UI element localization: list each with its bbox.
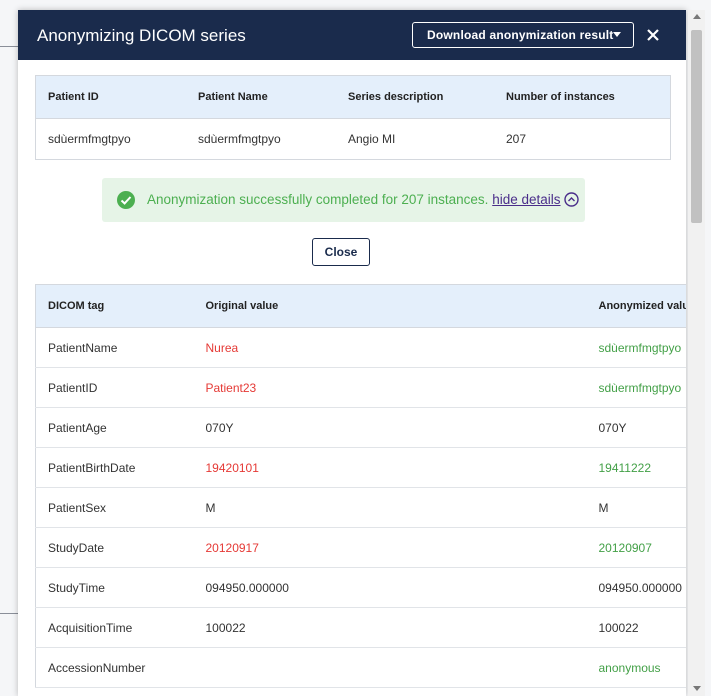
download-result-label: Download anonymization result (427, 28, 614, 42)
tag-cell-anonymized: 20120907 (586, 527, 686, 568)
series-summary-table: Patient ID Patient Name Series descripti… (35, 75, 671, 160)
close-button[interactable]: Close (312, 238, 370, 266)
tag-cell-original: M (193, 487, 587, 528)
tag-cell-original: 094950.000000 (193, 567, 587, 608)
tag-cell-tag: StudyDate (35, 527, 194, 568)
chevron-down-icon (613, 32, 621, 37)
hide-details-label: hide details (492, 192, 561, 207)
summary-header-cell: Patient Name (186, 75, 336, 119)
tag-cell-anonymized: 100022 (586, 607, 686, 648)
table-row: PatientBirthDate 19420101 19411222 (35, 447, 686, 488)
tag-cell-anonymized: anonymous (586, 647, 686, 688)
dicom-tags-table: DICOM tag Original value Anonymized valu… (35, 284, 686, 688)
summary-header-cell: Patient ID (35, 75, 186, 119)
background-divider (0, 46, 20, 47)
table-row: PatientSex M M (35, 487, 686, 528)
tag-cell-anonymized: sdùermfmgtpyo (586, 327, 686, 368)
tag-cell-original: Patient23 (193, 367, 587, 408)
tag-cell-tag: AcquisitionTime (35, 607, 194, 648)
table-row: PatientAge 070Y 070Y (35, 407, 686, 448)
tag-cell-original: 070Y (193, 407, 587, 448)
tag-cell-anonymized: 19411222 (586, 447, 686, 488)
tags-header-cell: Original value (193, 284, 587, 328)
tag-cell-original (193, 647, 587, 688)
dialog-title: Anonymizing DICOM series (37, 26, 246, 45)
tag-cell-tag: PatientAge (35, 407, 194, 448)
tag-cell-tag: PatientID (35, 367, 194, 408)
check-circle-icon (116, 190, 136, 213)
tag-cell-anonymized: 070Y (586, 407, 686, 448)
tags-header-cell: Anonymized value (586, 284, 686, 328)
table-row: StudyDate 20120917 20120907 (35, 527, 686, 568)
tag-cell-tag: StudyTime (35, 567, 194, 608)
download-result-button[interactable]: Download anonymization result (412, 22, 634, 48)
chevron-up-circle-icon (563, 192, 579, 210)
table-row: PatientName Nurea sdùermfmgtpyo (35, 327, 686, 368)
tag-cell-anonymized: M (586, 487, 686, 528)
summary-row: sdùermfmgtpyo sdùermfmgtpyo Angio MI 207 (36, 119, 671, 160)
background-divider (0, 613, 20, 614)
summary-header-cell: Series description (336, 75, 494, 119)
table-row: PatientID Patient23 sdùermfmgtpyo (35, 367, 686, 408)
tag-cell-tag: PatientName (35, 327, 194, 368)
table-row: AcquisitionTime 100022 100022 (35, 607, 686, 648)
close-icon[interactable] (642, 22, 664, 48)
tag-cell-anonymized: 094950.000000 (586, 567, 686, 608)
anonymization-dialog: Anonymizing DICOM series Download anonym… (18, 10, 686, 696)
hide-details-link[interactable]: hide details (492, 192, 579, 210)
tag-cell-original: Nurea (193, 327, 587, 368)
summary-cell: Angio MI (348, 132, 396, 146)
tag-cell-original: 20120917 (193, 527, 587, 568)
summary-cell: sdùermfmgtpyo (198, 132, 281, 146)
tags-header-row: DICOM tag Original value Anonymized valu… (35, 284, 686, 328)
table-row: StudyTime 094950.000000 094950.000000 (35, 567, 686, 608)
scrollbar-thumb[interactable] (691, 30, 702, 223)
success-alert: Anonymization successfully completed for… (102, 178, 585, 222)
tag-cell-tag: PatientSex (35, 487, 194, 528)
tag-cell-original: 19420101 (193, 447, 587, 488)
summary-cell: sdùermfmgtpyo (48, 132, 131, 146)
summary-cell: 207 (506, 132, 527, 146)
dialog-header: Anonymizing DICOM series Download anonym… (18, 10, 686, 60)
vertical-scrollbar[interactable] (688, 10, 705, 696)
tag-cell-tag: PatientBirthDate (35, 447, 194, 488)
tag-cell-original: 100022 (193, 607, 587, 648)
scroll-down-icon[interactable] (693, 686, 701, 691)
success-message: Anonymization successfully completed for… (147, 192, 489, 207)
summary-header-cell: Number of instances (494, 75, 671, 119)
tag-cell-tag: AccessionNumber (35, 647, 194, 688)
table-row: AccessionNumber anonymous (35, 647, 686, 688)
tag-cell-anonymized: sdùermfmgtpyo (586, 367, 686, 408)
summary-header-row: Patient ID Patient Name Series descripti… (35, 75, 671, 119)
scroll-up-icon[interactable] (693, 14, 701, 19)
tags-header-cell: DICOM tag (35, 284, 194, 328)
